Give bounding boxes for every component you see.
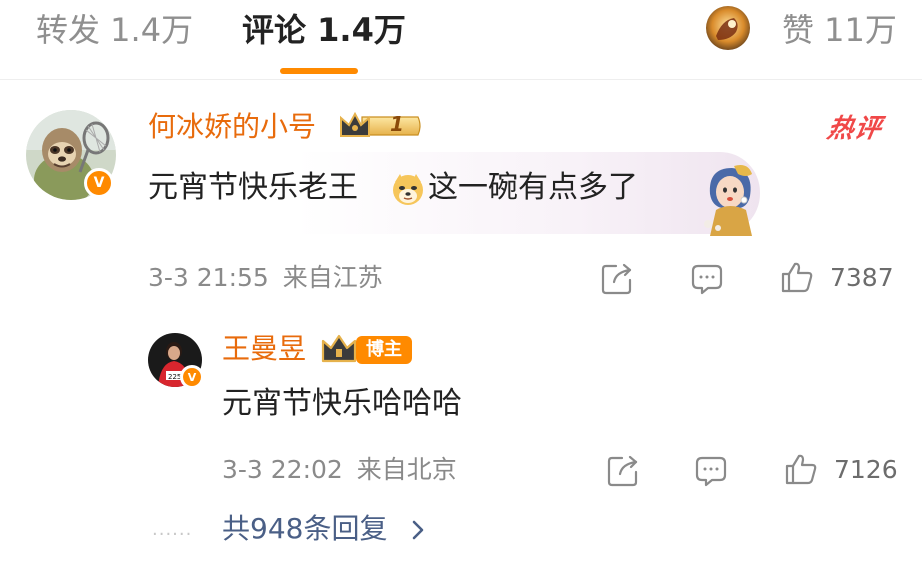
comment-meta: 3-3 21:55 来自江苏 [148,262,383,294]
blogger-tag: 博主 [356,336,412,364]
comment-timestamp: 3-3 21:55 [148,263,269,292]
reply-timestamp: 3-3 22:02 [222,455,343,484]
comment-icon[interactable] [690,262,724,296]
hot-comment-label: 热评 [824,114,885,144]
reply-thread-dots: ······ [152,524,193,545]
like-count: 7387 [830,263,894,292]
comment-text-continued: 这一碗有点多了 [428,170,638,205]
verified-icon: V [84,168,114,198]
bubble-decoration-icon [700,162,762,236]
reply-author-name[interactable]: 王曼昱 [222,332,306,366]
like-count: 7126 [834,455,898,484]
thumbs-up-icon[interactable] [780,260,814,294]
comment-text: 元宵节快乐老王 [148,170,358,205]
active-tab-indicator [280,68,358,74]
tab-repost[interactable]: 转发 1.4万 [36,8,193,52]
vip-level-badge[interactable]: 1 [338,110,424,142]
chevron-right-icon[interactable] [408,514,428,546]
vip-level-number: 1 [390,112,404,136]
thumbs-up-icon[interactable] [784,452,818,486]
liker-avatar[interactable] [706,6,750,50]
reply-meta: 3-3 22:02 来自北京 [222,454,457,486]
share-icon[interactable] [606,454,640,488]
reply-location: 来自北京 [356,455,457,484]
comment-location: 来自江苏 [282,263,383,292]
comment-author-name[interactable]: 何冰娇的小号 [148,110,316,144]
doge-emoji-icon [391,172,425,206]
header-divider [0,79,922,80]
reply-text: 元宵节快乐哈哈哈 [222,386,462,421]
view-all-replies-link[interactable]: 共948条回复 [222,510,387,548]
crown-icon [320,333,360,365]
tab-likes[interactable]: 赞 11万 [782,8,897,52]
verified-icon: V [180,365,204,389]
comment-icon[interactable] [694,454,728,488]
share-icon[interactable] [600,262,634,296]
tab-comments[interactable]: 评论 1.4万 [242,8,406,52]
